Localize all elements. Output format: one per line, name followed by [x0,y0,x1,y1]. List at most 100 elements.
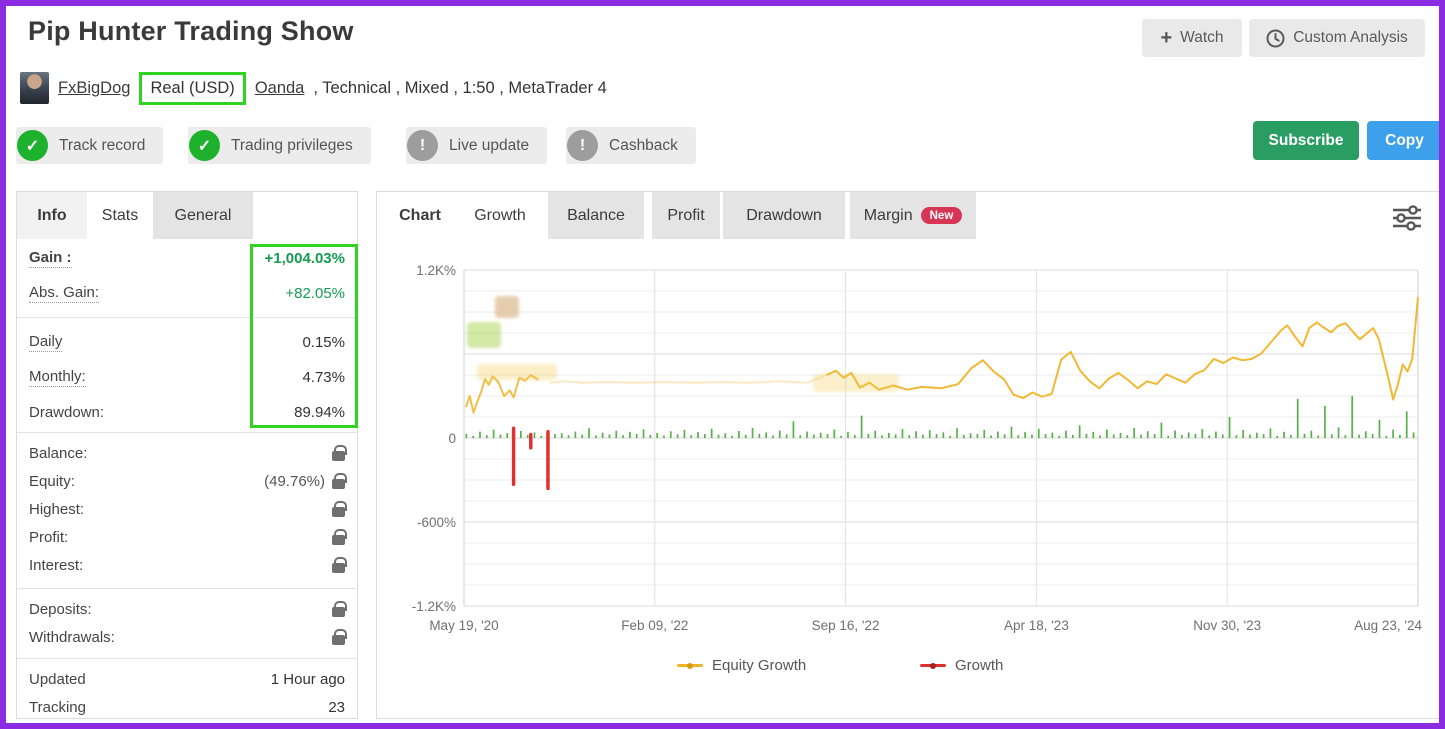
copy-button[interactable]: Copy [1367,121,1442,160]
stat-row-deposits: Deposits: [17,595,357,623]
stat-row-equity: Equity: (49.76%) [17,467,357,495]
lock-icon [332,507,345,517]
legend-label: Growth [955,657,1003,674]
tab-info[interactable]: Info [17,192,87,239]
tab-margin[interactable]: Margin New [850,192,976,239]
stat-label[interactable]: Monthly: [29,368,86,387]
badge-label: Cashback [609,137,678,155]
stat-label: Interest: [29,557,83,574]
check-icon: ✓ [17,130,48,161]
svg-text:Sep 16, '22: Sep 16, '22 [812,618,880,633]
stat-value: 89.94% [294,404,345,421]
stat-value: 23 [328,699,345,716]
svg-text:May 19, '20: May 19, '20 [429,618,498,633]
stat-value: +82.05% [285,285,345,302]
clock-icon [1266,29,1285,48]
tab-chart[interactable]: Chart [387,192,453,239]
stat-value: 1 Hour ago [271,671,345,688]
badge-label: Trading privileges [231,137,353,155]
custom-analysis-button[interactable]: Custom Analysis [1249,19,1425,57]
username-link[interactable]: FxBigDog [58,79,130,98]
svg-text:0: 0 [448,431,456,446]
growth-chart: 1.2K%0-600%-1.2K%May 19, '20Feb 09, '22S… [377,264,1424,644]
badge-cashback[interactable]: ! Cashback [566,127,696,164]
divider [17,588,357,589]
stat-label[interactable]: Daily [29,333,62,352]
stat-row-interest: Interest: [17,551,357,579]
stat-row-withdrawals: Withdrawals: [17,623,357,651]
badge-live-update[interactable]: ! Live update [406,127,547,164]
svg-text:-1.2K%: -1.2K% [412,599,456,614]
stat-row-tracking: Tracking 23 [17,693,357,721]
check-icon: ✓ [189,130,220,161]
svg-text:1.2K%: 1.2K% [416,264,456,278]
stat-row-highest: Highest: [17,495,357,523]
stat-label: Equity: [29,473,75,490]
stat-label: Highest: [29,501,84,518]
tab-general[interactable]: General [153,192,253,239]
stat-value: +1,004.03% [265,250,346,267]
lock-icon [332,451,345,461]
stat-row-monthly: Monthly: 4.73% [17,363,357,391]
tab-balance[interactable]: Balance [548,192,644,239]
lock-icon [332,479,345,489]
watch-button[interactable]: + Watch [1142,19,1242,57]
badge-label: Track record [59,137,145,155]
chart-settings-icon[interactable] [1390,203,1424,233]
svg-text:Feb 09, '22: Feb 09, '22 [621,618,688,633]
divider [17,432,357,433]
legend-marker [920,664,946,667]
lock-icon [332,635,345,645]
stat-label: Updated [29,671,86,688]
legend-label: Equity Growth [712,657,806,674]
broker-link[interactable]: Oanda [255,79,305,98]
lock-icon [332,607,345,617]
svg-text:Apr 18, '23: Apr 18, '23 [1004,618,1069,633]
stat-label: Deposits: [29,601,92,618]
legend-marker [677,664,703,667]
stat-row-drawdown: Drawdown: 89.94% [17,398,357,426]
avatar[interactable] [20,72,49,104]
stat-label[interactable]: Gain : [29,249,72,268]
exclamation-icon: ! [567,130,598,161]
badge-trading-privileges[interactable]: ✓ Trading privileges [188,127,371,164]
svg-text:Aug 23, '24: Aug 23, '24 [1354,618,1422,633]
stat-row-balance: Balance: [17,439,357,467]
badge-track-record[interactable]: ✓ Track record [16,127,163,164]
tab-stats[interactable]: Stats [87,192,153,239]
lock-icon [332,535,345,545]
subscribe-button[interactable]: Subscribe [1253,121,1359,160]
chart-panel: Chart Growth Balance Profit Drawdown Mar… [376,191,1443,719]
exclamation-icon: ! [407,130,438,161]
tab-growth[interactable]: Growth [455,192,545,239]
page: Pip Hunter Trading Show + Watch Custom A… [0,0,1445,729]
tab-profit[interactable]: Profit [652,192,720,239]
tab-drawdown[interactable]: Drawdown [723,192,845,239]
legend-equity-growth[interactable]: Equity Growth [677,657,806,674]
info-panel: Info Stats General Gain : +1,004.03% Abs… [16,191,358,719]
stat-label: Profit: [29,529,68,546]
stat-label: Drawdown: [29,404,104,421]
account-meta: , Technical , Mixed , 1:50 , MetaTrader … [313,79,606,98]
stat-row-abs-gain: Abs. Gain: +82.05% [17,279,357,307]
legend-growth[interactable]: Growth [920,657,1003,674]
stat-label: Tracking [29,699,86,716]
stat-label[interactable]: Abs. Gain: [29,284,99,303]
stat-row-daily: Daily 0.15% [17,328,357,356]
stat-row-updated: Updated 1 Hour ago [17,665,357,693]
stat-row-gain: Gain : +1,004.03% [17,244,357,272]
stat-row-profit: Profit: [17,523,357,551]
divider [17,658,357,659]
account-type-highlight: Real (USD) [139,72,245,105]
badge-label: Live update [449,137,529,155]
stat-value: 0.15% [302,334,345,351]
custom-analysis-label: Custom Analysis [1293,29,1408,47]
tab-margin-label: Margin [864,207,913,225]
new-badge: New [921,207,963,224]
account-info-line: FxBigDog Real (USD) Oanda , Technical , … [20,69,607,107]
plus-icon: + [1160,28,1172,48]
stat-value: 4.73% [302,369,345,386]
lock-icon [332,563,345,573]
stat-label: Balance: [29,445,87,462]
svg-text:Nov 30, '23: Nov 30, '23 [1193,618,1261,633]
